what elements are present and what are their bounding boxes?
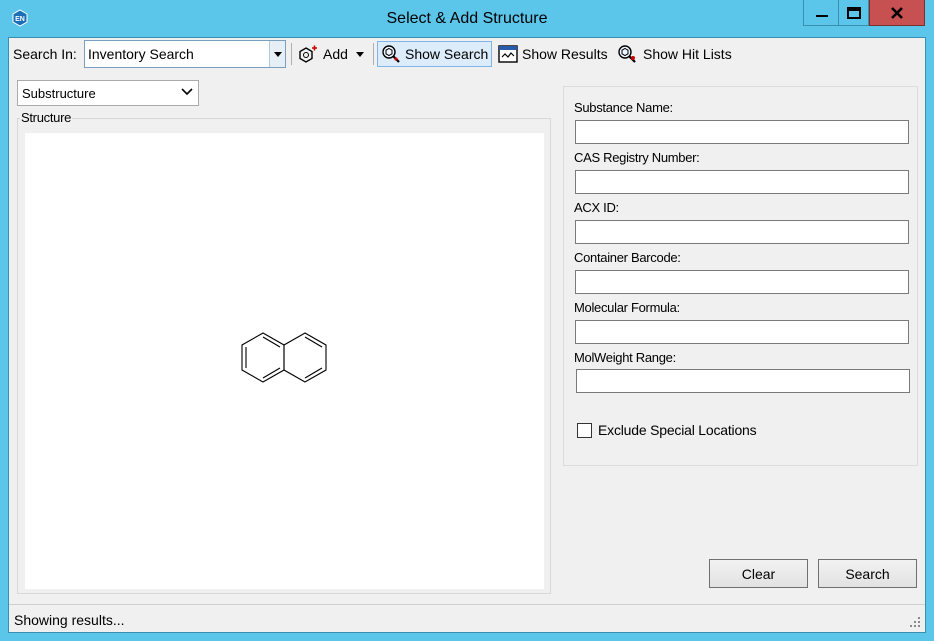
container-barcode-label: Container Barcode:	[574, 250, 681, 265]
search-type-value: Substructure	[22, 86, 96, 101]
search-in-value: Inventory Search	[88, 46, 194, 62]
show-hit-lists-button[interactable]: Show Hit Lists	[614, 41, 735, 67]
search-button[interactable]: Search	[818, 559, 917, 588]
resize-grip-icon[interactable]	[909, 616, 921, 628]
status-text: Showing results...	[14, 612, 125, 628]
title-bar[interactable]: EN Select & Add Structure	[0, 0, 934, 37]
naphthalene-structure-icon	[241, 332, 327, 383]
add-structure-icon	[299, 45, 317, 63]
search-structure-icon	[382, 45, 400, 63]
search-in-label: Search In:	[13, 46, 77, 62]
search-in-combo[interactable]: Inventory Search	[84, 40, 286, 68]
minimize-icon	[815, 14, 828, 17]
combo-dropdown-button[interactable]	[269, 41, 285, 67]
close-icon	[891, 6, 903, 19]
maximize-button[interactable]	[838, 0, 869, 26]
search-type-select[interactable]: Substructure	[17, 80, 199, 106]
status-bar: Showing results...	[9, 604, 925, 632]
dialog-client-area: Search In: Inventory Search Add Show Sea…	[8, 37, 926, 633]
structure-group-label: Structure	[20, 110, 73, 125]
toolbar: Search In: Inventory Search Add Show Sea…	[9, 38, 925, 70]
clear-button[interactable]: Clear	[709, 559, 808, 588]
molecular-formula-label: Molecular Formula:	[574, 300, 680, 315]
add-button[interactable]: Add	[294, 41, 351, 67]
acx-id-field[interactable]	[575, 220, 909, 244]
show-search-label: Show Search	[405, 46, 489, 62]
caret-down-icon	[273, 51, 282, 57]
cas-number-field[interactable]	[575, 170, 909, 194]
caret-down-icon	[356, 51, 364, 57]
results-grid-icon	[498, 45, 518, 63]
chevron-down-icon	[181, 88, 193, 96]
molweight-range-label: MolWeight Range:	[574, 350, 676, 365]
maximize-icon	[846, 6, 861, 19]
hit-list-icon	[618, 45, 636, 63]
window-title: Select & Add Structure	[386, 10, 548, 27]
container-barcode-field[interactable]	[575, 270, 909, 294]
exclude-special-locations-checkbox[interactable]	[577, 423, 592, 438]
show-results-label: Show Results	[522, 46, 608, 62]
molweight-range-field[interactable]	[576, 369, 910, 393]
application-window: EN Select & Add Structure Search In: Inv…	[0, 0, 934, 641]
acx-id-label: ACX ID:	[574, 200, 619, 215]
show-hit-lists-label: Show Hit Lists	[643, 46, 732, 62]
structure-drawing-canvas[interactable]	[25, 133, 544, 589]
substance-name-label: Substance Name:	[574, 100, 673, 115]
toolbar-separator	[373, 43, 374, 65]
show-results-button[interactable]: Show Results	[495, 41, 611, 67]
toolbar-separator	[291, 43, 292, 65]
add-dropdown-button[interactable]	[354, 41, 366, 67]
add-button-label: Add	[323, 46, 348, 62]
close-button[interactable]	[869, 0, 925, 26]
molecular-formula-field[interactable]	[575, 320, 909, 344]
substance-name-field[interactable]	[575, 120, 909, 144]
show-search-button[interactable]: Show Search	[377, 41, 493, 67]
cas-number-label: CAS Registry Number:	[574, 150, 700, 165]
exclude-special-locations-label[interactable]: Exclude Special Locations	[598, 422, 757, 438]
minimize-button[interactable]	[803, 0, 839, 26]
